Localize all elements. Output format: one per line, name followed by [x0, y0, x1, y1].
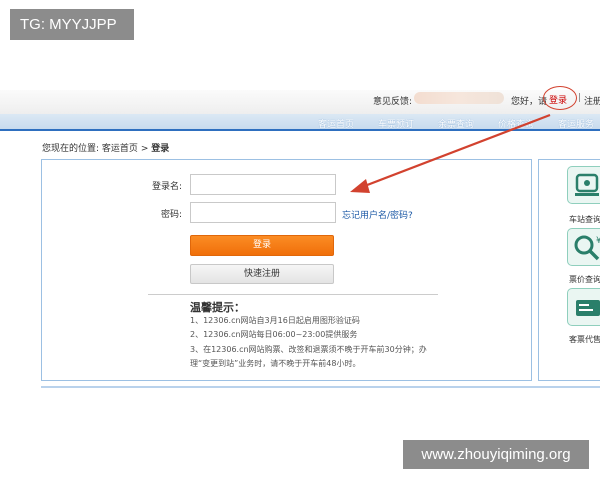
side-panel: 车站查询 ¥ 票价查询 客票代售 — [538, 159, 600, 381]
feedback-blurred-area — [414, 92, 504, 104]
tip-line: 理“变更到站”业务时，请不晚于开车前48小时。 — [190, 359, 361, 368]
nav-item-remaining[interactable]: 余票查询 — [438, 117, 474, 130]
tips-title: 温馨提示： — [190, 301, 245, 314]
breadcrumb-home[interactable]: 客运首页 — [102, 144, 138, 154]
username-input[interactable] — [190, 174, 336, 195]
side-item-label[interactable]: 票价查询 — [569, 274, 600, 285]
station-query-icon[interactable] — [567, 166, 600, 204]
ticket-agent-icon[interactable] — [567, 288, 600, 326]
nav-item-service[interactable]: 客运服务 — [558, 117, 594, 130]
breadcrumb-prefix: 您现在的位置: — [42, 144, 100, 154]
tip-line: 3、在12306.cn网站购票、改签和退票须不晚于开车前30分钟；办 — [190, 345, 427, 354]
quick-register-button[interactable]: 快速注册 — [190, 264, 334, 284]
feedback-label: 意见反馈: — [373, 97, 413, 107]
top-bar — [0, 90, 600, 114]
nav-item-home[interactable]: 客运首页 — [318, 117, 354, 130]
tip-line: 2、12306.cn网站每日06:00~23:00提供服务 — [190, 330, 358, 339]
fare-query-icon[interactable]: ¥ — [567, 228, 600, 266]
nav-item-booking[interactable]: 车票预订 — [378, 117, 414, 130]
footer-divider — [41, 386, 600, 388]
watermark-bottom-right: www.zhouyiqiming.org — [403, 440, 589, 469]
password-input[interactable] — [190, 202, 336, 223]
side-item-label[interactable]: 客票代售 — [569, 334, 600, 345]
header-separator: | — [578, 93, 582, 103]
annotation-circle — [543, 86, 577, 110]
greeting-text: 您好，请 — [511, 97, 548, 107]
username-label: 登录名: — [151, 182, 182, 192]
tip-line: 1、12306.cn网站自3月16日起启用图形验证码 — [190, 316, 360, 325]
svg-text:¥: ¥ — [596, 236, 600, 246]
main-nav: 客运首页 车票预订 余票查询 价格查询 客运服务 — [0, 114, 600, 131]
breadcrumb: 您现在的位置: 客运首页 > 登录 — [42, 141, 169, 154]
nav-item-price[interactable]: 价格查询 — [498, 117, 534, 130]
breadcrumb-current: 登录 — [151, 144, 170, 154]
watermark-top-left: TG: MYYJJPP — [10, 9, 134, 40]
login-button[interactable]: 登录 — [190, 235, 334, 256]
login-panel: 登录名: 密码: 忘记用户名/密码? 登录 快速注册 温馨提示： 1、12306… — [41, 159, 532, 381]
side-item-label[interactable]: 车站查询 — [569, 214, 600, 225]
forgot-password-link[interactable]: 忘记用户名/密码? — [342, 208, 413, 221]
tips-divider — [148, 294, 438, 295]
password-label: 密码: — [160, 210, 182, 220]
header-register-link[interactable]: 注册 — [584, 94, 600, 107]
breadcrumb-separator: > — [140, 144, 149, 154]
